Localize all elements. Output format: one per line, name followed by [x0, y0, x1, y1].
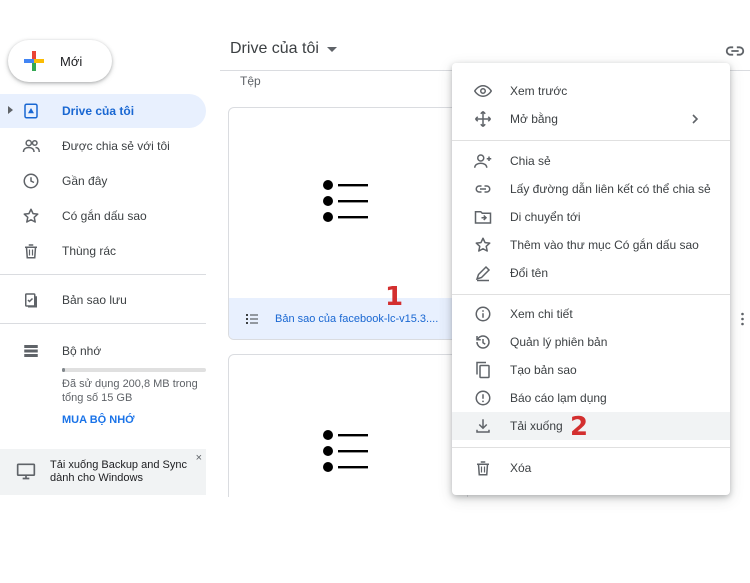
menu-item-label: Đổi tên: [510, 266, 549, 280]
star-icon: [474, 236, 492, 254]
backup-sync-banner[interactable]: Tải xuống Backup and Sync dành cho Windo…: [0, 449, 206, 495]
info-icon: [474, 305, 492, 323]
menu-item-open-with[interactable]: Mở bằng: [452, 105, 730, 133]
menu-item-make-copy[interactable]: Tạo bản sao: [452, 356, 730, 384]
menu-item-download[interactable]: Tải xuống: [452, 412, 730, 440]
sidebar-item-label: Drive của tôi: [62, 104, 135, 118]
monitor-icon: [16, 461, 36, 481]
sidebar-divider: [0, 274, 206, 275]
add-person-icon: [474, 152, 492, 170]
backup-icon: [22, 291, 40, 309]
sidebar-item-label: Bộ nhớ: [62, 344, 102, 358]
sidebar-item-my-drive[interactable]: Drive của tôi: [0, 94, 206, 128]
file-thumbnail: [229, 355, 467, 513]
sidebar-item-label: Bản sao lưu: [62, 293, 127, 307]
page-title: Drive của tôi: [230, 40, 319, 57]
menu-item-label: Xem trước: [510, 84, 568, 98]
drive-title-dropdown[interactable]: Drive của tôi: [230, 40, 337, 58]
list-icon: [322, 429, 374, 477]
buy-storage-link[interactable]: MUA BỘ NHỚ: [62, 414, 135, 426]
download-icon: [474, 417, 492, 435]
menu-item-share[interactable]: Chia sẻ: [452, 147, 730, 175]
new-button[interactable]: Mới: [8, 40, 112, 82]
list-file-icon: [245, 312, 259, 326]
page-bottom-area: [0, 497, 750, 583]
menu-item-label: Xóa: [510, 461, 532, 475]
link-icon[interactable]: [724, 40, 746, 62]
star-icon: [22, 207, 40, 225]
menu-item-label: Chia sẻ: [510, 154, 551, 168]
plus-icon: [22, 49, 46, 73]
folder-move-icon: [474, 208, 492, 226]
clock-icon: [22, 172, 40, 190]
menu-divider: [452, 447, 730, 448]
file-name: Bản sao của facebook-lc-v15.3....: [275, 313, 439, 325]
trash-icon: [474, 459, 492, 477]
sidebar-item-label: Được chia sẻ với tôi: [62, 139, 170, 153]
sidebar-item-label: Gần đây: [62, 174, 108, 188]
storage-usage-text: Đã sử dụng 200,8 MB trong tổng số 15 GB: [62, 378, 198, 404]
eye-icon: [474, 82, 492, 100]
storage-icon: [22, 342, 40, 360]
sidebar-item-storage[interactable]: Bộ nhớ: [0, 334, 206, 368]
sidebar-item-starred[interactable]: Có gắn dấu sao: [0, 199, 206, 233]
menu-item-label: Tải xuống: [510, 419, 563, 433]
menu-item-label: Thêm vào thư mục Có gắn dấu sao: [510, 238, 699, 252]
menu-item-add-starred[interactable]: Thêm vào thư mục Có gắn dấu sao: [452, 231, 730, 259]
sidebar-item-backups[interactable]: Bản sao lưu: [0, 283, 206, 317]
sidebar-item-recent[interactable]: Gần đây: [0, 164, 206, 198]
more-vertical-icon[interactable]: [741, 312, 744, 326]
sidebar-divider: [0, 323, 206, 324]
menu-item-label: Tạo bản sao: [510, 363, 577, 377]
sidebar-item-label: Thùng rác: [62, 244, 117, 258]
annotation-marker-1: 1: [385, 282, 404, 312]
close-icon[interactable]: ×: [196, 452, 202, 464]
menu-item-preview[interactable]: Xem trước: [452, 77, 730, 105]
sidebar-item-shared[interactable]: Được chia sẻ với tôi: [0, 129, 206, 163]
sidebar-item-trash[interactable]: Thùng rác: [0, 234, 206, 268]
chevron-down-icon: [326, 46, 337, 52]
menu-item-label: Quản lý phiên bản: [510, 335, 608, 349]
backup-banner-text: Tải xuống Backup and Sync dành cho Windo…: [50, 459, 187, 484]
menu-item-manage-versions[interactable]: Quản lý phiên bản: [452, 328, 730, 356]
pencil-icon: [474, 264, 492, 282]
history-icon: [474, 333, 492, 351]
chevron-right-icon: [692, 114, 699, 124]
menu-item-move-to[interactable]: Di chuyển tới: [452, 203, 730, 231]
menu-item-label: Báo cáo lạm dụng: [510, 391, 607, 405]
file-thumbnail: [229, 108, 467, 298]
context-menu: Xem trước Mở bằng Chia sẻ Lấy đường dẫn …: [452, 63, 730, 495]
storage-progress-bar: [62, 368, 206, 372]
new-button-label: Mới: [60, 53, 83, 69]
menu-item-remove[interactable]: Xóa: [452, 454, 730, 482]
sidebar-item-label: Có gắn dấu sao: [62, 209, 147, 223]
file-card[interactable]: Bản sao của facebook-lc-v15.3....: [228, 107, 468, 340]
files-section-heading: Tệp: [240, 74, 261, 88]
menu-divider: [452, 294, 730, 295]
menu-item-details[interactable]: Xem chi tiết: [452, 300, 730, 328]
menu-item-label: Di chuyển tới: [510, 210, 581, 224]
file-card-footer[interactable]: Bản sao của facebook-lc-v15.3....: [229, 298, 467, 339]
menu-item-report-abuse[interactable]: Báo cáo lạm dụng: [452, 384, 730, 412]
people-icon: [22, 137, 40, 155]
file-card[interactable]: [228, 354, 468, 514]
annotation-marker-2: 2: [570, 412, 589, 442]
menu-item-label: Xem chi tiết: [510, 307, 573, 321]
expand-caret-icon[interactable]: [8, 106, 13, 114]
storage-progress-fill: [62, 368, 65, 372]
report-icon: [474, 389, 492, 407]
menu-item-get-link[interactable]: Lấy đường dẫn liên kết có thể chia sẻ: [452, 175, 730, 203]
menu-item-label: Mở bằng: [510, 112, 558, 126]
my-drive-icon: [22, 102, 40, 120]
menu-divider: [452, 140, 730, 141]
list-icon: [322, 179, 374, 227]
trash-icon: [22, 242, 40, 260]
menu-item-label: Lấy đường dẫn liên kết có thể chia sẻ: [510, 182, 711, 196]
menu-item-rename[interactable]: Đổi tên: [452, 259, 730, 287]
copy-icon: [474, 361, 492, 379]
link-icon: [474, 180, 492, 198]
move-arrows-icon: [474, 110, 492, 128]
